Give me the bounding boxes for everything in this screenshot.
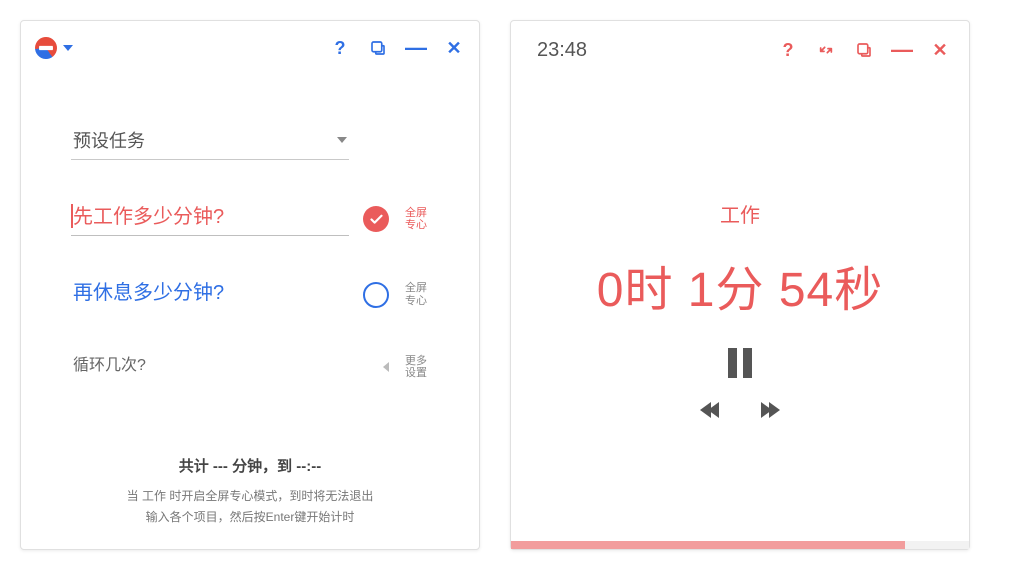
popout-icon[interactable] <box>367 37 389 59</box>
text-cursor <box>71 204 73 228</box>
pause-icon <box>743 348 752 378</box>
progress-fill <box>511 541 905 549</box>
rewind-button[interactable] <box>700 402 719 418</box>
pause-button[interactable] <box>728 348 752 378</box>
app-logo-icon[interactable] <box>31 33 60 62</box>
more-settings-label[interactable]: 更多 设置 <box>403 355 429 379</box>
hint-line-1: 当 工作 时开启全屏专心模式，到时将无法退出 <box>21 486 479 508</box>
seek-controls <box>700 402 780 418</box>
popout-icon[interactable] <box>853 39 875 61</box>
loop-count-input[interactable] <box>71 353 369 381</box>
help-icon[interactable]: ? <box>777 39 799 61</box>
rest-row: 全屏 专心 <box>71 278 429 311</box>
forward-button[interactable] <box>761 402 780 418</box>
loop-row: 更多 设置 <box>71 353 429 381</box>
check-icon <box>369 212 384 227</box>
footer: 共计 --- 分钟，到 --:-- 当 工作 时开启全屏专心模式，到时将无法退出… <box>21 455 479 549</box>
titlebar-left <box>35 37 73 59</box>
preset-row: 预设任务 <box>71 123 429 160</box>
minimize-icon[interactable]: — <box>405 37 427 59</box>
titlebar-right: ? — ✕ <box>329 37 465 59</box>
preset-label: 预设任务 <box>73 127 145 153</box>
rest-fullscreen-label: 全屏 专心 <box>403 282 429 306</box>
rest-fullscreen-toggle[interactable] <box>363 282 389 308</box>
setup-form: 预设任务 全屏 专心 全屏 专心 <box>21 67 479 455</box>
dropdown-caret-icon <box>337 137 347 143</box>
work-fullscreen-toggle[interactable] <box>363 206 389 232</box>
hint-line-2: 输入各个项目，然后按Enter键开始计时 <box>21 507 479 529</box>
forward-icon <box>769 402 780 418</box>
menu-caret-icon[interactable] <box>63 45 73 51</box>
help-icon[interactable]: ? <box>329 37 351 59</box>
compact-icon[interactable] <box>815 39 837 61</box>
total-line: 共计 --- 分钟，到 --:-- <box>21 455 479 476</box>
work-fullscreen-label: 全屏 专心 <box>403 207 429 231</box>
setup-window: ? — ✕ 预设任务 <box>20 20 480 550</box>
rest-minutes-input[interactable] <box>71 278 349 311</box>
pause-icon <box>728 348 737 378</box>
timer-display: 工作 0时 1分 54秒 <box>511 67 969 549</box>
close-icon[interactable]: ✕ <box>443 37 465 59</box>
preset-dropdown[interactable]: 预设任务 <box>71 123 349 160</box>
timer-readout: 0时 1分 54秒 <box>597 250 883 320</box>
clock-time: 23:48 <box>537 39 587 62</box>
mode-label: 工作 <box>720 199 760 228</box>
titlebar: 23:48 ? — ✕ <box>511 21 969 67</box>
rewind-icon <box>708 402 719 418</box>
progress-bar[interactable] <box>511 541 969 549</box>
work-minutes-input[interactable] <box>71 202 349 236</box>
titlebar: ? — ✕ <box>21 21 479 67</box>
close-icon[interactable]: ✕ <box>929 39 951 61</box>
titlebar-right: ? — ✕ <box>777 39 951 61</box>
collapse-caret-icon[interactable] <box>383 362 389 372</box>
minimize-icon[interactable]: — <box>891 39 913 61</box>
timer-window: 23:48 ? — ✕ 工作 0时 1分 54秒 <box>510 20 970 550</box>
work-row: 全屏 专心 <box>71 202 429 236</box>
